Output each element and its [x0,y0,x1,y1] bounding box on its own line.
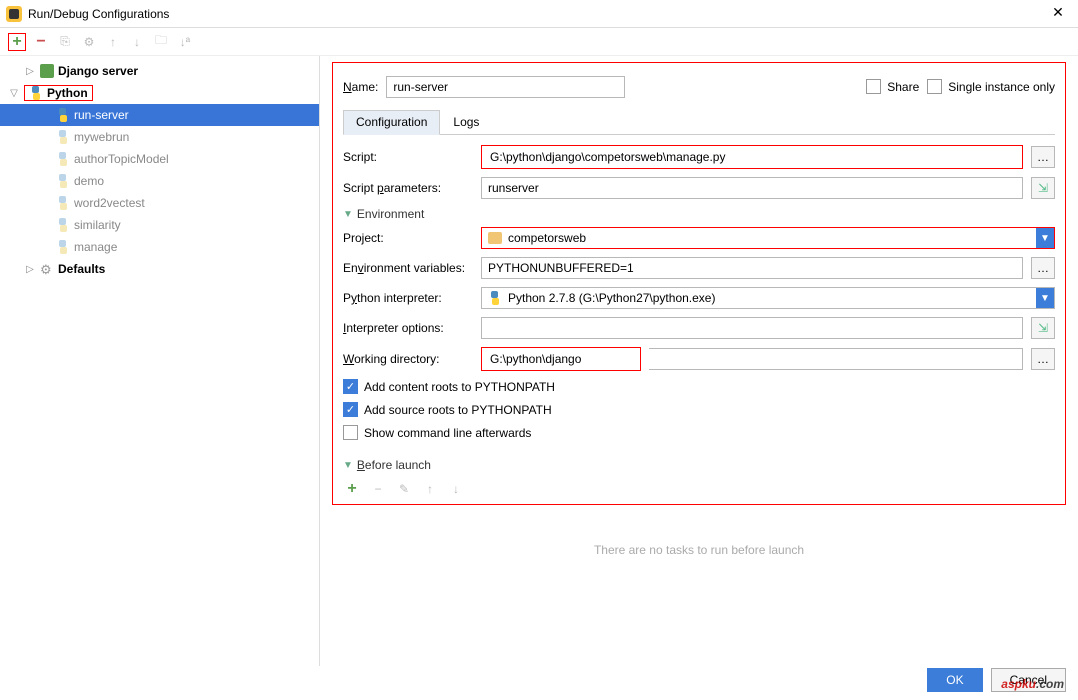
tabs: Configuration Logs [343,110,1055,135]
tree-django-server[interactable]: ▷ Django server [0,60,319,82]
script-input[interactable] [484,146,1020,168]
script-label: Script: [343,150,473,164]
add-task-icon[interactable]: + [343,480,361,498]
expand-params-button[interactable]: ⇲ [1031,177,1055,199]
interpreter-label: Python interpreter: [343,291,473,305]
name-label: NName:ame: [343,80,378,94]
footer: OK Cancel [927,668,1066,692]
python-icon [56,108,70,122]
envvars-label: Environment variables: [343,261,473,275]
wd-input[interactable] [484,348,638,370]
no-tasks-message: There are no tasks to run before launch [332,513,1066,587]
down-icon[interactable]: ↓ [128,33,146,51]
tree-python[interactable]: ▽ Python [0,82,319,104]
gear-icon: ⚙ [40,262,54,276]
name-input[interactable] [386,76,625,98]
python-icon [56,152,70,166]
python-icon [56,174,70,188]
remove-task-icon[interactable]: − [369,480,387,498]
tree-label: similarity [74,218,121,232]
interp-options-input[interactable] [481,317,1023,339]
script-params-input[interactable] [481,177,1023,199]
toolbar: + − ⎘ ⚙ ↑ ↓ 🗀 ↓ª [0,28,1078,56]
collapse-icon[interactable]: ▽ [8,88,20,99]
app-icon [6,6,22,22]
tree-word2vectest[interactable]: word2vectest [0,192,319,214]
expand-icon[interactable]: ▷ [24,66,36,77]
browse-envvars-button[interactable]: … [1031,257,1055,279]
tree-run-server[interactable]: run-server [0,104,319,126]
collapse-icon: ▼ [343,460,353,471]
add-source-roots-checkbox[interactable]: ✓Add source roots to PYTHONPATH [343,402,1055,417]
ok-button[interactable]: OK [927,668,982,692]
tree-label: demo [74,174,104,188]
close-icon[interactable]: ✕ [1044,4,1072,24]
browse-wd-button[interactable]: … [1031,348,1055,370]
collapse-icon: ▼ [343,209,353,220]
tree-label: mywebrun [74,130,129,144]
before-launch-toolbar: + − ✎ ↑ ↓ [343,478,1055,500]
tab-configuration[interactable]: Configuration [343,110,440,135]
python-icon [29,86,43,100]
tree-label: run-server [74,108,129,122]
project-combo[interactable]: competorsweb ▼ [481,227,1055,249]
expand-options-button[interactable]: ⇲ [1031,317,1055,339]
interpreter-combo[interactable]: Python 2.7.8 (G:\Python27\python.exe) ▼ [481,287,1055,309]
interp-options-label: Interpreter options: [343,321,473,335]
folder-icon [488,232,502,244]
chevron-down-icon[interactable]: ▼ [1036,228,1054,248]
project-label: Project: [343,231,473,245]
python-icon [56,218,70,232]
python-icon [56,240,70,254]
tree-label: Defaults [58,262,105,276]
up-icon[interactable]: ↑ [104,33,122,51]
tree-manage[interactable]: manage [0,236,319,258]
tree-label: word2vectest [74,196,145,210]
add-icon[interactable]: + [8,33,26,51]
down-task-icon[interactable]: ↓ [447,480,465,498]
share-checkbox[interactable]: Share [866,79,919,94]
tree-label: authorTopicModel [74,152,169,166]
tree-label: Django server [58,64,138,78]
content: ▷ Django server ▽ Python run-server mywe… [0,56,1078,666]
script-params-label: Script parameters: [343,181,473,195]
window-title: Run/Debug Configurations [28,7,1044,21]
cancel-button[interactable]: Cancel [991,668,1066,692]
tree-defaults[interactable]: ▷ ⚙ Defaults [0,258,319,280]
edit-task-icon[interactable]: ✎ [395,480,413,498]
settings-icon[interactable]: ⚙ [80,33,98,51]
wd-label: Working directory: [343,352,473,366]
sort-icon[interactable]: ↓ª [176,33,194,51]
sidebar: ▷ Django server ▽ Python run-server mywe… [0,56,320,666]
python-icon [488,291,502,305]
envvars-input[interactable] [481,257,1023,279]
chevron-down-icon[interactable]: ▼ [1036,288,1054,308]
django-icon [40,64,54,78]
copy-icon[interactable]: ⎘ [56,33,74,51]
tree-label: Python [47,86,88,100]
expand-icon[interactable]: ▷ [24,264,36,275]
tree-demo[interactable]: demo [0,170,319,192]
tree-mywebrun[interactable]: mywebrun [0,126,319,148]
python-icon [56,130,70,144]
tree-label: manage [74,240,117,254]
main-panel: NName:ame: Share Single instance only Co… [320,56,1078,666]
show-cmd-checkbox[interactable]: Show command line afterwards [343,425,1055,440]
remove-icon[interactable]: − [32,33,50,51]
browse-script-button[interactable]: … [1031,146,1055,168]
single-instance-checkbox[interactable]: Single instance only [927,79,1055,94]
tab-logs[interactable]: Logs [440,110,492,134]
wd-input-rest[interactable] [649,348,1023,370]
form-container: NName:ame: Share Single instance only Co… [332,62,1066,505]
before-launch-section[interactable]: ▼ Before launch [343,458,1055,472]
environment-section[interactable]: ▼ Environment [343,207,1055,221]
python-icon [56,196,70,210]
add-content-roots-checkbox[interactable]: ✓Add content roots to PYTHONPATH [343,379,1055,394]
titlebar: Run/Debug Configurations ✕ [0,0,1078,28]
up-task-icon[interactable]: ↑ [421,480,439,498]
tree-similarity[interactable]: similarity [0,214,319,236]
tree-authortopicmodel[interactable]: authorTopicModel [0,148,319,170]
folder-icon[interactable]: 🗀 [152,33,170,51]
